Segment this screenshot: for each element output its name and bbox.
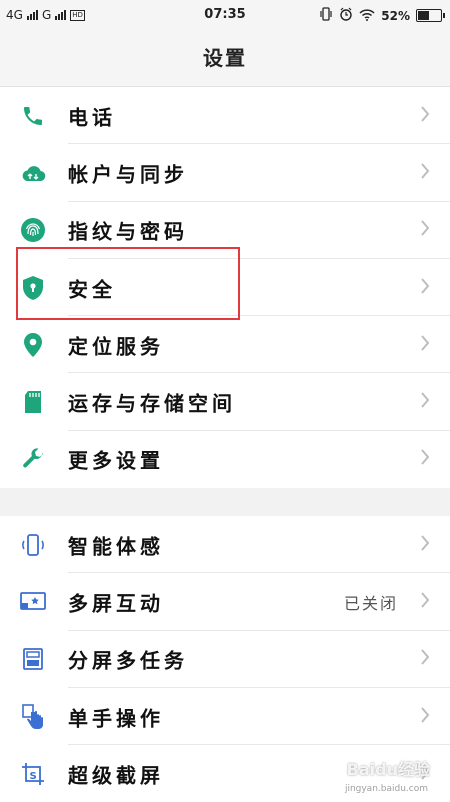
watermark-url: jingyan.baidu.com: [344, 784, 428, 794]
location-pin-icon: [20, 332, 46, 358]
page-title: 设置: [0, 30, 450, 87]
settings-item-label: 多屏互动: [68, 591, 164, 616]
settings-item-label: 单手操作: [68, 706, 164, 731]
svg-text:S: S: [30, 771, 37, 782]
chevron-right-icon: [420, 277, 430, 299]
settings-item-more-settings[interactable]: 更多设置: [0, 431, 450, 488]
chevron-right-icon: [420, 706, 430, 728]
battery-percent: 52%: [381, 8, 410, 23]
settings-group-1: 电话 帐户与同步 指纹与密码 安全 定位服务 运存与存储空间 更多设置: [0, 87, 450, 489]
screenshot-icon: S: [20, 761, 46, 787]
chevron-right-icon: [420, 448, 430, 470]
fingerprint-icon: [20, 217, 46, 243]
settings-item-one-hand[interactable]: 单手操作: [0, 688, 450, 746]
chevron-right-icon: [420, 334, 430, 356]
watermark: Baidu经验: [346, 760, 430, 779]
settings-item-label: 超级截屏: [68, 763, 164, 788]
status-bar: 4G G HD 07:35 52%: [0, 0, 450, 30]
settings-item-label: 帐户与同步: [68, 162, 188, 187]
phone-motion-icon: [20, 532, 46, 558]
settings-item-split-screen[interactable]: 分屏多任务: [0, 631, 450, 688]
status-value: 已关闭: [343, 593, 398, 613]
chevron-right-icon: [420, 105, 430, 127]
status-right: 52%: [319, 7, 445, 24]
settings-item-accounts-sync[interactable]: 帐户与同步: [0, 144, 450, 202]
chevron-right-icon: [420, 591, 430, 613]
sd-card-icon: [20, 389, 46, 415]
wrench-icon: [20, 446, 46, 472]
chevron-right-icon: [420, 648, 430, 670]
split-screen-icon: [20, 646, 46, 672]
settings-item-phone[interactable]: 电话: [0, 87, 450, 145]
settings-item-label: 智能体感: [68, 534, 164, 559]
settings-item-memory-storage[interactable]: 运存与存储空间: [0, 373, 450, 431]
cloud-sync-icon: [20, 160, 46, 186]
screen-cast-icon: [20, 589, 46, 615]
chevron-right-icon: [420, 219, 430, 241]
settings-item-label: 电话: [68, 105, 116, 130]
settings-item-fingerprint-password[interactable]: 指纹与密码: [0, 202, 450, 259]
settings-item-location[interactable]: 定位服务: [0, 316, 450, 374]
chevron-right-icon: [420, 534, 430, 556]
settings-item-label: 更多设置: [68, 448, 164, 473]
battery-icon: [416, 9, 445, 22]
hand-icon: [20, 703, 46, 730]
chevron-right-icon: [420, 162, 430, 184]
settings-item-label: 分屏多任务: [68, 648, 188, 673]
settings-item-label: 定位服务: [68, 334, 164, 359]
settings-item-multi-screen[interactable]: 多屏互动 已关闭: [0, 573, 450, 631]
settings-item-smart-motion[interactable]: 智能体感: [0, 516, 450, 574]
settings-item-label: 安全: [68, 277, 116, 302]
chevron-right-icon: [420, 391, 430, 413]
settings-item-security[interactable]: 安全: [0, 259, 450, 317]
alarm-icon: [339, 7, 353, 24]
vibrate-icon: [319, 7, 333, 24]
phone-icon: [20, 103, 46, 129]
wifi-icon: [359, 8, 375, 24]
settings-item-label: 运存与存储空间: [68, 391, 236, 416]
shield-icon: [20, 275, 46, 301]
settings-item-label: 指纹与密码: [68, 219, 188, 244]
